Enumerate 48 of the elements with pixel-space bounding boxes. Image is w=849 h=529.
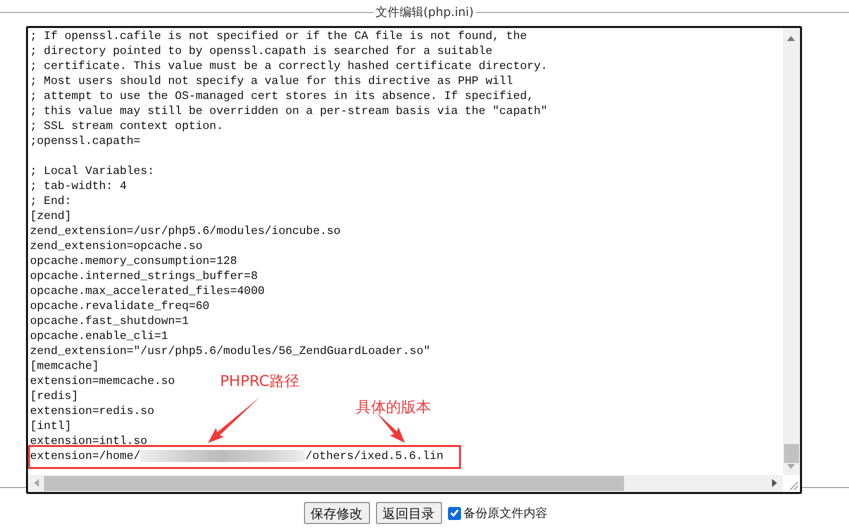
form-button[interactable]: 保存修改 (304, 502, 370, 524)
code-line: ;openssl.capath= (30, 135, 140, 148)
annotation-arrow (376, 412, 405, 443)
code-line: /others/ixed.5.6.lin (305, 450, 444, 463)
scroll-thumb[interactable] (44, 476, 624, 491)
code-line: opcache.interned_strings_buffer=8 (30, 270, 258, 283)
scroll-up-icon[interactable] (787, 36, 795, 41)
code-line: ; End: (30, 195, 72, 208)
fieldset-legend: 文件编辑(php.ini) (373, 4, 476, 21)
code-line: ; Local Variables: (30, 165, 154, 178)
horizontal-scrollbar[interactable] (28, 475, 783, 492)
annotation-label: 具体的版本 (356, 398, 431, 417)
annotation-label: PHPRC路径 (220, 372, 300, 391)
code-line: zend_extension="/usr/php5.6/modules/56_ZendGuardLoader.so" (30, 345, 430, 358)
code-line: ; certificate. This value must be a correctly hashed certificate directory. (30, 60, 548, 73)
vertical-scrollbar[interactable] (783, 28, 800, 475)
code-line: ; Most users should not specify a value for this directive as PHP will (30, 75, 514, 88)
code-editor[interactable] (26, 26, 802, 494)
code-line: extension=/home/ (30, 450, 140, 463)
code-line: [zend] (30, 210, 72, 223)
code-line: ; this value may still be overridden on a per-stream basis via the "capath" (30, 105, 548, 118)
code-line: [redis] (30, 390, 78, 403)
code-line: opcache.max_accelerated_files=4000 (30, 285, 265, 298)
scroll-right-icon[interactable] (772, 479, 777, 487)
code-line: opcache.memory_consumption=128 (30, 255, 238, 268)
code-line: [memcache] (30, 360, 100, 373)
code-line: [intl] (30, 420, 72, 433)
code-line: ; SSL stream context option. (30, 120, 224, 133)
checkbox-label: 备份原文件内容 (464, 504, 548, 522)
code-line: ; directory pointed to by openssl.capath is searched for a suitable (30, 45, 492, 58)
code-line: ; tab-width: 4 (30, 180, 127, 193)
resize-grip-icon[interactable] (788, 480, 798, 490)
code-line: ; attempt to use the OS-managed cert stores in its absence. If specified, (30, 90, 534, 103)
code-line: zend_extension=opcache.so (30, 240, 203, 253)
code-line: ; If openssl.cafile is not specified or if the CA file is not found, the (30, 30, 527, 43)
code-line: opcache.revalidate_freq=60 (30, 300, 210, 313)
scroll-left-icon[interactable] (34, 479, 39, 487)
code-line: zend_extension=/usr/php5.6/modules/ioncube.so (30, 225, 341, 238)
code-line: extension=memcache.so (30, 375, 175, 388)
annotation-arrow (208, 397, 260, 443)
code-line: extension=intl.so (30, 435, 148, 448)
form-button[interactable]: 返回目录 (376, 502, 442, 524)
scroll-thumb[interactable] (784, 444, 799, 463)
code-line: opcache.enable_cli=1 (30, 330, 168, 343)
code-line: extension=redis.so (30, 405, 154, 418)
checkmark-icon (450, 509, 458, 517)
code-line: opcache.fast_shutdown=1 (30, 315, 189, 328)
backup-checkbox[interactable] (448, 506, 460, 520)
